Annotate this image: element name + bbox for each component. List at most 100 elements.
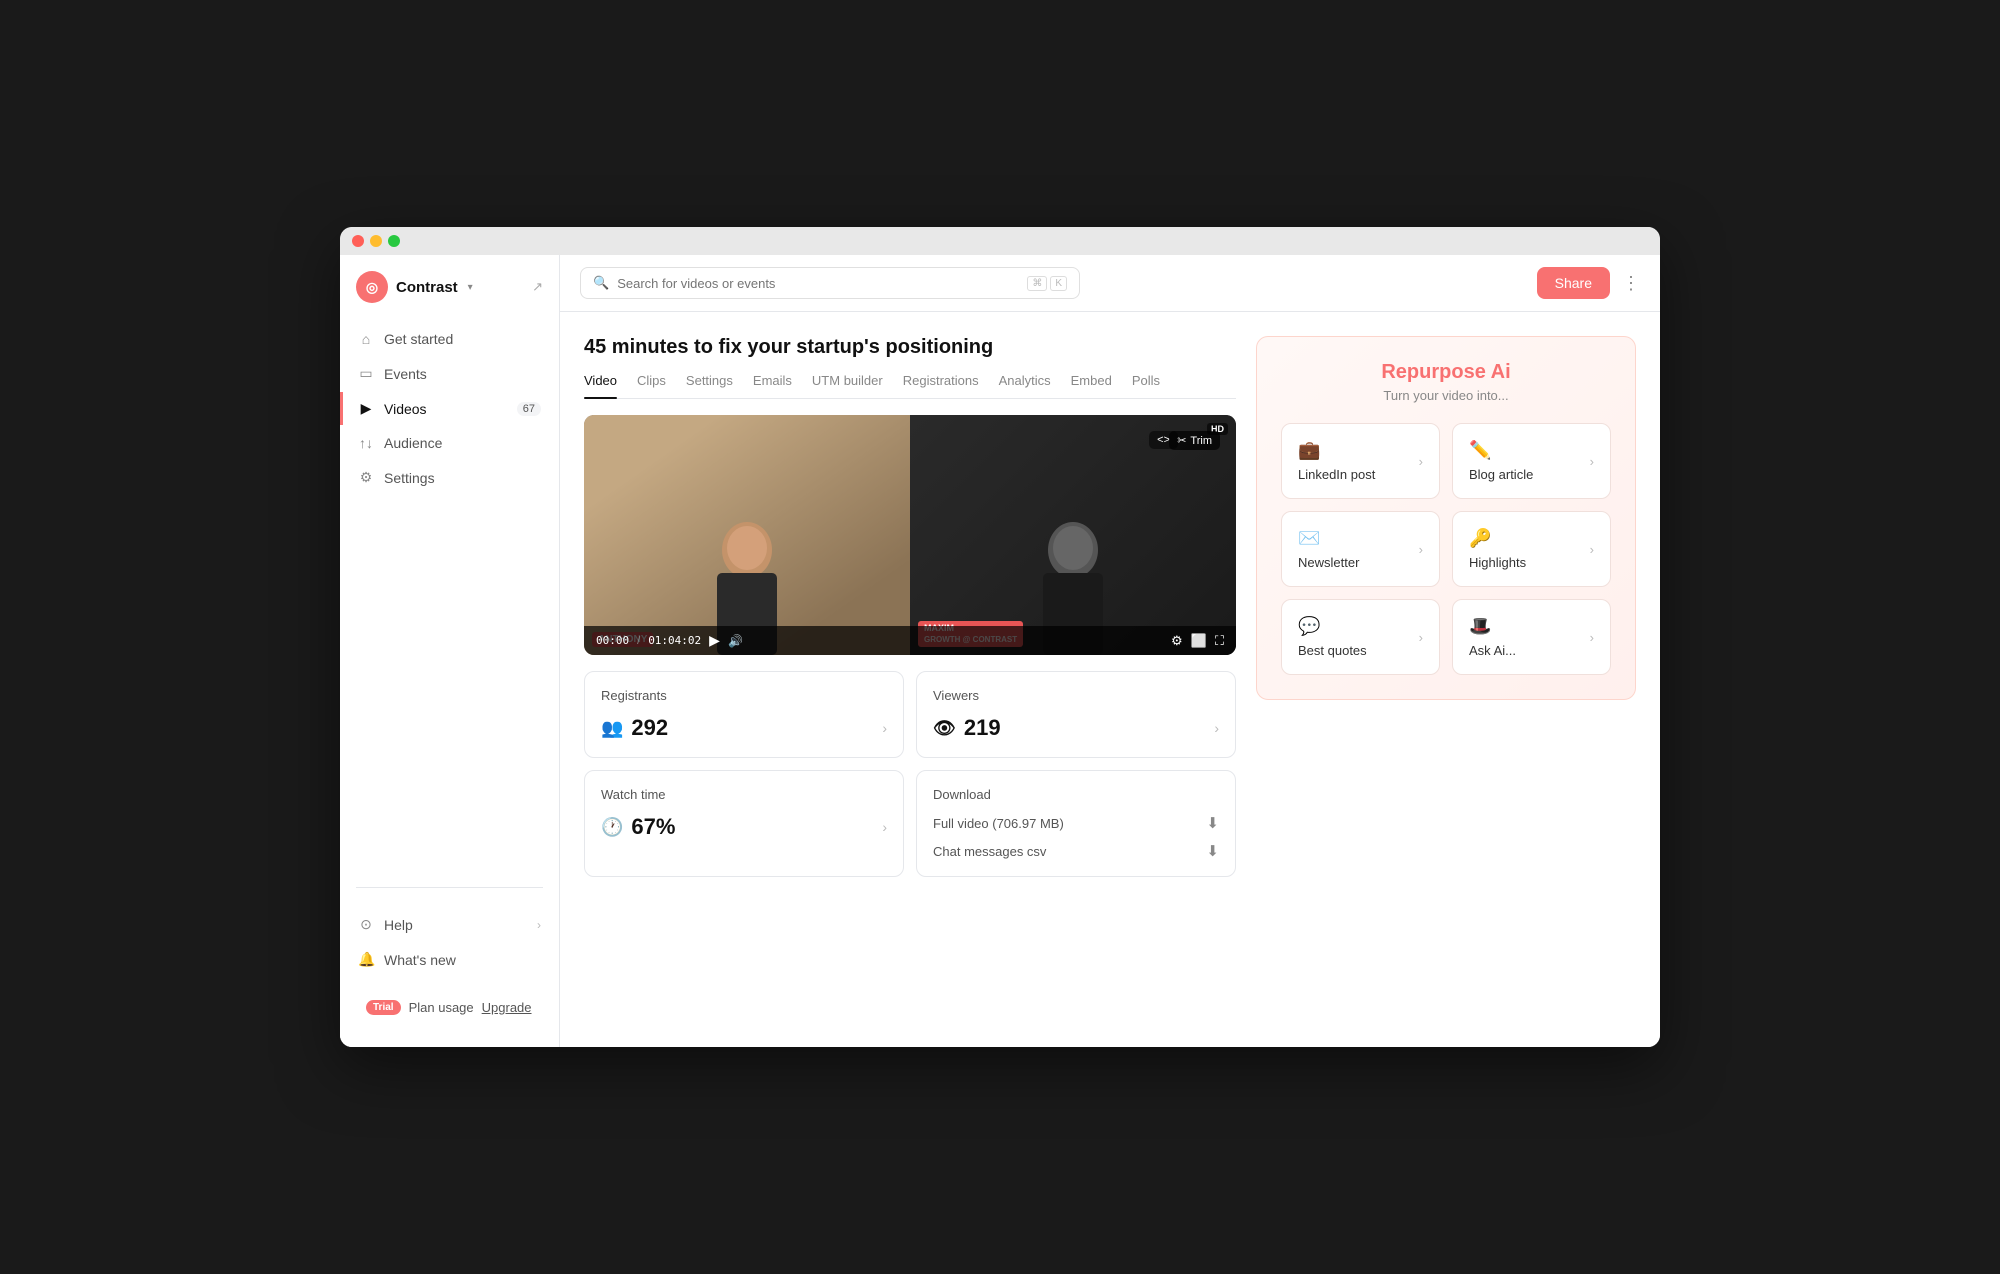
page-tabs: Video Clips Settings Emails UTM builder … [584, 373, 1236, 399]
settings-control-button[interactable]: ⚙ [1171, 633, 1183, 649]
window-chrome [340, 227, 1660, 255]
blog-label: Blog article [1469, 467, 1533, 482]
viewers-value-row: 👁 219 › [933, 715, 1219, 741]
sidebar-item-events[interactable]: ▭ Events [348, 357, 551, 390]
sidebar-logo[interactable]: ◎ Contrast ▾ ↗ [340, 271, 559, 323]
video-player: ANTHONY MAXIM [584, 415, 1236, 655]
fullscreen-button[interactable]: ⛶ [1215, 633, 1224, 649]
watch-time-number: 67% [631, 814, 675, 840]
tab-settings[interactable]: Settings [686, 373, 733, 398]
trial-badge: Trial [366, 1000, 401, 1015]
maximize-dot[interactable] [388, 235, 400, 247]
download-item-chat-csv: Chat messages csv ⬇ [933, 842, 1219, 860]
share-button[interactable]: Share [1537, 267, 1610, 299]
app-body: ◎ Contrast ▾ ↗ ⌂ Get started ▭ Events ▶ … [340, 255, 1660, 1047]
watch-time-arrow-icon[interactable]: › [882, 819, 887, 835]
viewers-card: Viewers 👁 219 › [916, 671, 1236, 758]
sidebar-item-whats-new[interactable]: 🔔 What's new [348, 943, 551, 976]
registrants-label: Registrants [601, 688, 887, 703]
plan-usage-label: Plan usage [409, 1000, 474, 1015]
ask-ai-label: Ask Ai... [1469, 643, 1516, 658]
repurpose-item-newsletter[interactable]: ✉️ Newsletter › [1281, 511, 1440, 587]
repurpose-linkedin-left: 💼 LinkedIn post [1298, 440, 1375, 482]
tab-registrations[interactable]: Registrations [903, 373, 979, 398]
viewers-icon: 👁 [933, 718, 956, 739]
download-chat-csv-icon[interactable]: ⬇ [1206, 842, 1219, 860]
viewers-number: 219 [964, 715, 1001, 741]
newsletter-icon: ✉️ [1298, 528, 1359, 549]
play-pause-button[interactable]: ▶ [709, 632, 720, 649]
blog-icon: ✏️ [1469, 440, 1533, 461]
more-options-button[interactable]: ⋮ [1622, 273, 1640, 294]
tab-polls[interactable]: Polls [1132, 373, 1160, 398]
download-items: Full video (706.97 MB) ⬇ Chat messages c… [933, 814, 1219, 860]
sidebar-item-label: Get started [384, 331, 453, 347]
events-icon: ▭ [358, 365, 374, 382]
repurpose-ask-ai-left: 🎩 Ask Ai... [1469, 616, 1516, 658]
sidebar-whats-new-label: What's new [384, 952, 456, 968]
repurpose-item-quotes[interactable]: 💬 Best quotes › [1281, 599, 1440, 675]
topbar: 🔍 ⌘ K Share ⋮ [560, 255, 1660, 312]
newsletter-label: Newsletter [1298, 555, 1359, 570]
home-icon: ⌂ [358, 331, 374, 347]
tab-emails[interactable]: Emails [753, 373, 792, 398]
external-link-icon[interactable]: ↗ [532, 279, 543, 295]
sidebar-item-get-started[interactable]: ⌂ Get started [348, 323, 551, 355]
tab-clips[interactable]: Clips [637, 373, 666, 398]
highlights-chevron-icon: › [1590, 542, 1594, 557]
sidebar-item-label: Videos [384, 401, 427, 417]
scissors-icon: ✂ [1177, 434, 1186, 447]
sidebar-item-videos[interactable]: ▶ Videos 67 [340, 392, 551, 425]
viewers-arrow-icon[interactable]: › [1214, 720, 1219, 736]
sidebar-nav: ⌂ Get started ▭ Events ▶ Videos 67 ↑↓ Au… [340, 323, 559, 875]
sidebar-item-help[interactable]: ⊙ Help › [348, 908, 551, 941]
tab-utm[interactable]: UTM builder [812, 373, 883, 398]
app-window: ◎ Contrast ▾ ↗ ⌂ Get started ▭ Events ▶ … [340, 227, 1660, 1047]
repurpose-item-blog[interactable]: ✏️ Blog article › [1452, 423, 1611, 499]
registrants-arrow-icon[interactable]: › [882, 720, 887, 736]
sidebar-help-label: Help [384, 917, 413, 933]
settings-icon: ⚙ [358, 469, 374, 486]
content-area: 45 minutes to fix your startup's positio… [560, 312, 1660, 1047]
download-card: Download Full video (706.97 MB) ⬇ Chat m… [916, 770, 1236, 877]
pip-button[interactable]: ⬜ [1191, 633, 1207, 649]
chat-csv-label: Chat messages csv [933, 844, 1046, 859]
tab-embed[interactable]: Embed [1071, 373, 1112, 398]
upgrade-link[interactable]: Upgrade [482, 1000, 532, 1015]
close-dot[interactable] [352, 235, 364, 247]
repurpose-quotes-left: 💬 Best quotes [1298, 616, 1367, 658]
controls-right: ⚙ ⬜ ⛶ [1171, 633, 1224, 649]
registrants-number: 292 [631, 715, 668, 741]
highlights-label: Highlights [1469, 555, 1526, 570]
video-left-panel: ANTHONY [584, 415, 910, 655]
video-right-panel: MAXIM GROWTH @ CONTRAST HD [910, 415, 1236, 655]
left-panel: 45 minutes to fix your startup's positio… [584, 336, 1236, 1023]
sidebar-item-settings[interactable]: ⚙ Settings [348, 461, 551, 494]
download-full-video-icon[interactable]: ⬇ [1206, 814, 1219, 832]
cmd-key: ⌘ [1027, 276, 1047, 291]
watch-time-label: Watch time [601, 787, 887, 802]
registrants-icon: 👥 [601, 718, 623, 739]
search-input[interactable] [617, 276, 1019, 291]
minimize-dot[interactable] [370, 235, 382, 247]
tab-analytics[interactable]: Analytics [999, 373, 1051, 398]
tab-video[interactable]: Video [584, 373, 617, 398]
sidebar-item-label: Settings [384, 470, 435, 486]
trim-button[interactable]: ✂ Trim [1169, 431, 1220, 450]
search-bar[interactable]: 🔍 ⌘ K [580, 267, 1080, 299]
repurpose-item-highlights[interactable]: 🔑 Highlights › [1452, 511, 1611, 587]
registrants-value: 👥 292 [601, 715, 668, 741]
main-content: 🔍 ⌘ K Share ⋮ 45 minutes to fix your sta… [560, 255, 1660, 1047]
search-icon: 🔍 [593, 275, 609, 291]
sidebar: ◎ Contrast ▾ ↗ ⌂ Get started ▭ Events ▶ … [340, 255, 560, 1047]
k-key: K [1050, 276, 1067, 291]
sidebar-item-audience[interactable]: ↑↓ Audience [348, 427, 551, 459]
sidebar-item-label: Events [384, 366, 427, 382]
repurpose-item-ask-ai[interactable]: 🎩 Ask Ai... › [1452, 599, 1611, 675]
sidebar-divider [356, 887, 543, 888]
volume-button[interactable]: 🔊 [728, 634, 743, 648]
repurpose-item-linkedin[interactable]: 💼 LinkedIn post › [1281, 423, 1440, 499]
repurpose-grid: 💼 LinkedIn post › ✏️ Blog article [1281, 423, 1611, 675]
quotes-chevron-icon: › [1419, 630, 1423, 645]
video-controls-bar: 00:00 / 01:04:02 ▶ 🔊 ⚙ ⬜ ⛶ [584, 626, 1236, 655]
